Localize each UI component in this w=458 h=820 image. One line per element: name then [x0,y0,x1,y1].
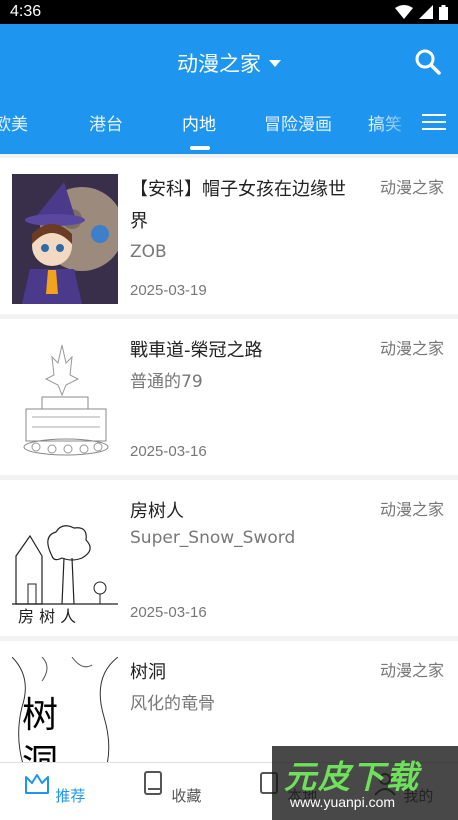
comic-source: 动漫之家 [379,500,444,519]
list-item[interactable]: 房 树 人 房树人 Super_Snow_Sword 2025-03-16 动漫… [0,480,458,636]
category-tabs: 欧美 港台 内地 冒险漫画 搞笑 [0,100,458,150]
comic-author: 风化的竜骨 [130,694,215,714]
comic-source: 动漫之家 [379,339,444,358]
crown-icon [24,774,49,794]
app-title: 动漫之家 [177,52,261,76]
cover-image [12,174,118,304]
tab-maoxian[interactable]: 冒险漫画 [264,110,332,135]
comic-date: 2025-03-16 [130,604,207,621]
svg-text:房 树 人: 房 树 人 [18,607,76,626]
tab-oumei[interactable]: 欧美 [0,110,28,135]
book-icon [143,771,162,795]
caret-down-icon [269,59,281,67]
comic-date: 2025-03-16 [130,443,207,460]
list-item[interactable]: 戰車道-榮冠之路 普通的79 2025-03-16 动漫之家 [0,319,458,475]
list-item[interactable]: 【安科】帽子女孩在边缘世界 ZOB 2025-03-19 动漫之家 [0,158,458,314]
svg-text:树: 树 [22,695,58,736]
battery-icon [439,4,448,20]
cover-image [12,335,118,465]
comic-source: 动漫之家 [379,661,444,680]
comic-title: 【安科】帽子女孩在边缘世界 [130,179,346,232]
search-icon[interactable] [412,46,444,78]
signal-icon [419,5,433,19]
comic-author: 普通的79 [130,372,203,392]
comic-date: 2025-03-19 [130,282,207,299]
status-bar: 4:36 [0,0,458,24]
comic-author: Super_Snow_Sword [130,528,296,548]
comic-title: 戰車道-榮冠之路 [130,340,263,361]
status-time: 4:36 [10,3,42,20]
comic-list: 【安科】帽子女孩在边缘世界 ZOB 2025-03-19 动漫之家 戰車道-榮冠… [0,158,458,802]
comic-author: ZOB [130,242,167,262]
tab-gangtai[interactable]: 港台 [89,110,123,135]
nav-label: 推荐 [55,787,86,805]
watermark-url: www.yuanpi.com [290,794,396,810]
nav-label: 收藏 [171,787,202,805]
nav-favorites[interactable]: 收藏 [130,769,210,806]
nav-recommend[interactable]: 推荐 [14,769,94,806]
source-selector[interactable]: 动漫之家 [0,44,458,82]
tab-neidi[interactable]: 内地 [182,110,216,135]
menu-icon[interactable] [422,110,446,134]
app-bar: 动漫之家 欧美 港台 内地 冒险漫画 搞笑 [0,24,458,154]
active-tab-indicator [190,146,210,150]
watermark: 元皮下载 www.yuanpi.com [272,746,458,820]
cover-image: 房 树 人 [12,496,118,626]
comic-source: 动漫之家 [379,178,444,197]
tab-fade [376,100,416,148]
wifi-icon [395,5,413,19]
comic-title: 房树人 [130,501,184,522]
watermark-text: 元皮下载 [284,758,421,796]
comic-title: 树洞 [130,662,166,683]
